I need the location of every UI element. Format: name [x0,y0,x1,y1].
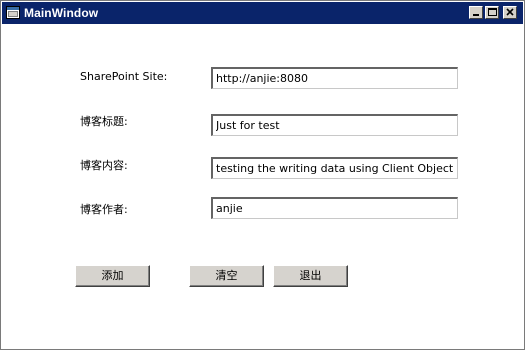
blog-content-input[interactable] [211,157,458,179]
main-window: MainWindow SharePoint Site: 博客标题: 博客内容: … [0,0,525,350]
clear-button[interactable]: 清空 [189,265,264,287]
add-button[interactable]: 添加 [75,265,150,287]
minimize-button[interactable] [469,6,483,19]
close-icon [506,8,514,16]
minimize-icon [473,14,479,16]
blog-title-input[interactable] [211,114,458,136]
maximize-button[interactable] [485,6,499,19]
close-button[interactable] [503,6,517,19]
blog-content-label: 博客内容: [80,159,128,172]
site-input[interactable] [211,67,458,89]
exit-button[interactable]: 退出 [273,265,348,287]
window-icon [6,6,20,19]
blog-author-input[interactable] [211,197,458,219]
maximize-icon [488,8,497,16]
site-label: SharePoint Site: [80,70,168,83]
window-title: MainWindow [24,6,99,20]
blog-title-label: 博客标题: [80,115,128,128]
title-bar[interactable]: MainWindow [2,2,523,24]
blog-author-label: 博客作者: [80,203,128,216]
